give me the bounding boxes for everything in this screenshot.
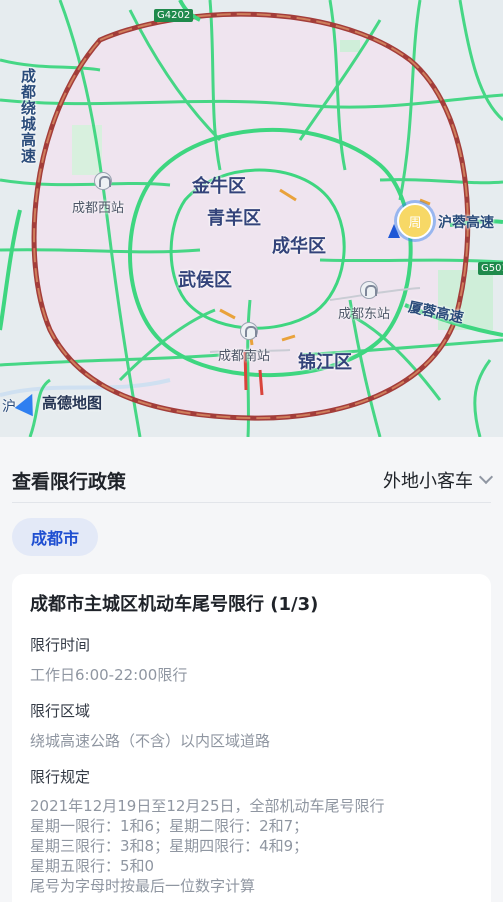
train-station-icon (360, 281, 378, 299)
district-wuhou: 武侯区 (178, 270, 232, 291)
map-view[interactable]: G4202 G501 成都绕城高速 金牛区 青羊区 成华区 武侯区 锦江区 成都… (0, 0, 503, 437)
map-provider-logo: 高德地图 (0, 389, 103, 416)
poi-chengdu-south-station[interactable]: 成都南站 (218, 345, 270, 364)
rule-line: 星期五限行：5和0 (30, 857, 155, 875)
restriction-rule-card: 成都市主城区机动车尾号限行 (1/3) 限行时间 工作日6:00-22:00限行… (12, 574, 491, 902)
amap-logo-icon (14, 389, 42, 416)
highway-shield-g4202: G4202 (154, 9, 194, 22)
rule-card-title: 成都市主城区机动车尾号限行 (1/3) (30, 594, 319, 615)
vehicle-type-selector[interactable]: 外地小客车 (383, 467, 494, 493)
district-qingyang: 青羊区 (207, 208, 261, 229)
highway-shield-g501: G501 (478, 262, 503, 275)
restriction-area-label: 限行区域 (30, 702, 91, 720)
divider (12, 502, 491, 503)
rule-line: 星期一限行：1和6；星期二限行：2和7； (30, 817, 309, 835)
poi-chengdu-west-station[interactable]: 成都西站 (72, 197, 124, 216)
ring-road-label: 成都绕城高速 (19, 68, 37, 164)
district-chenghua: 成华区 (272, 236, 326, 257)
location-marker[interactable]: 周 (397, 203, 433, 239)
policy-header: 查看限行政策 外地小客车 (12, 465, 494, 495)
restriction-rule-label: 限行规定 (30, 768, 91, 786)
road-hurong-expressway: 沪蓉高速 (438, 215, 494, 231)
district-jinniu: 金牛区 (192, 176, 246, 197)
rule-line: 星期三限行：3和8；星期四限行：4和9； (30, 837, 309, 855)
rule-line: 2021年12月19日至12月25日，全部机动车尾号限行 (30, 797, 385, 815)
train-station-icon (240, 322, 258, 340)
restriction-time-value: 工作日6:00-22:00限行 (30, 666, 188, 684)
restriction-time-label: 限行时间 (30, 636, 91, 654)
train-station-icon (94, 172, 112, 190)
rule-line: 尾号为字母时按最后一位数字计算 (30, 877, 256, 895)
restriction-area-value: 绕城高速公路（不含）以内区域道路 (30, 732, 271, 750)
restriction-rule-text: 2021年12月19日至12月25日，全部机动车尾号限行 星期一限行：1和6；星… (30, 796, 473, 896)
vehicle-type-label: 外地小客车 (383, 471, 473, 492)
chevron-down-icon (478, 469, 494, 485)
district-jinjiang: 锦江区 (298, 352, 352, 373)
poi-chengdu-east-station[interactable]: 成都东站 (338, 303, 390, 322)
policy-section-title: 查看限行政策 (12, 470, 127, 493)
restriction-policy-panel: 查看限行政策 外地小客车 成都市 成都市主城区机动车尾号限行 (1/3) 限行时… (0, 437, 503, 902)
map-provider-name: 高德地图 (42, 394, 103, 412)
city-tab-chengdu[interactable]: 成都市 (12, 518, 99, 556)
